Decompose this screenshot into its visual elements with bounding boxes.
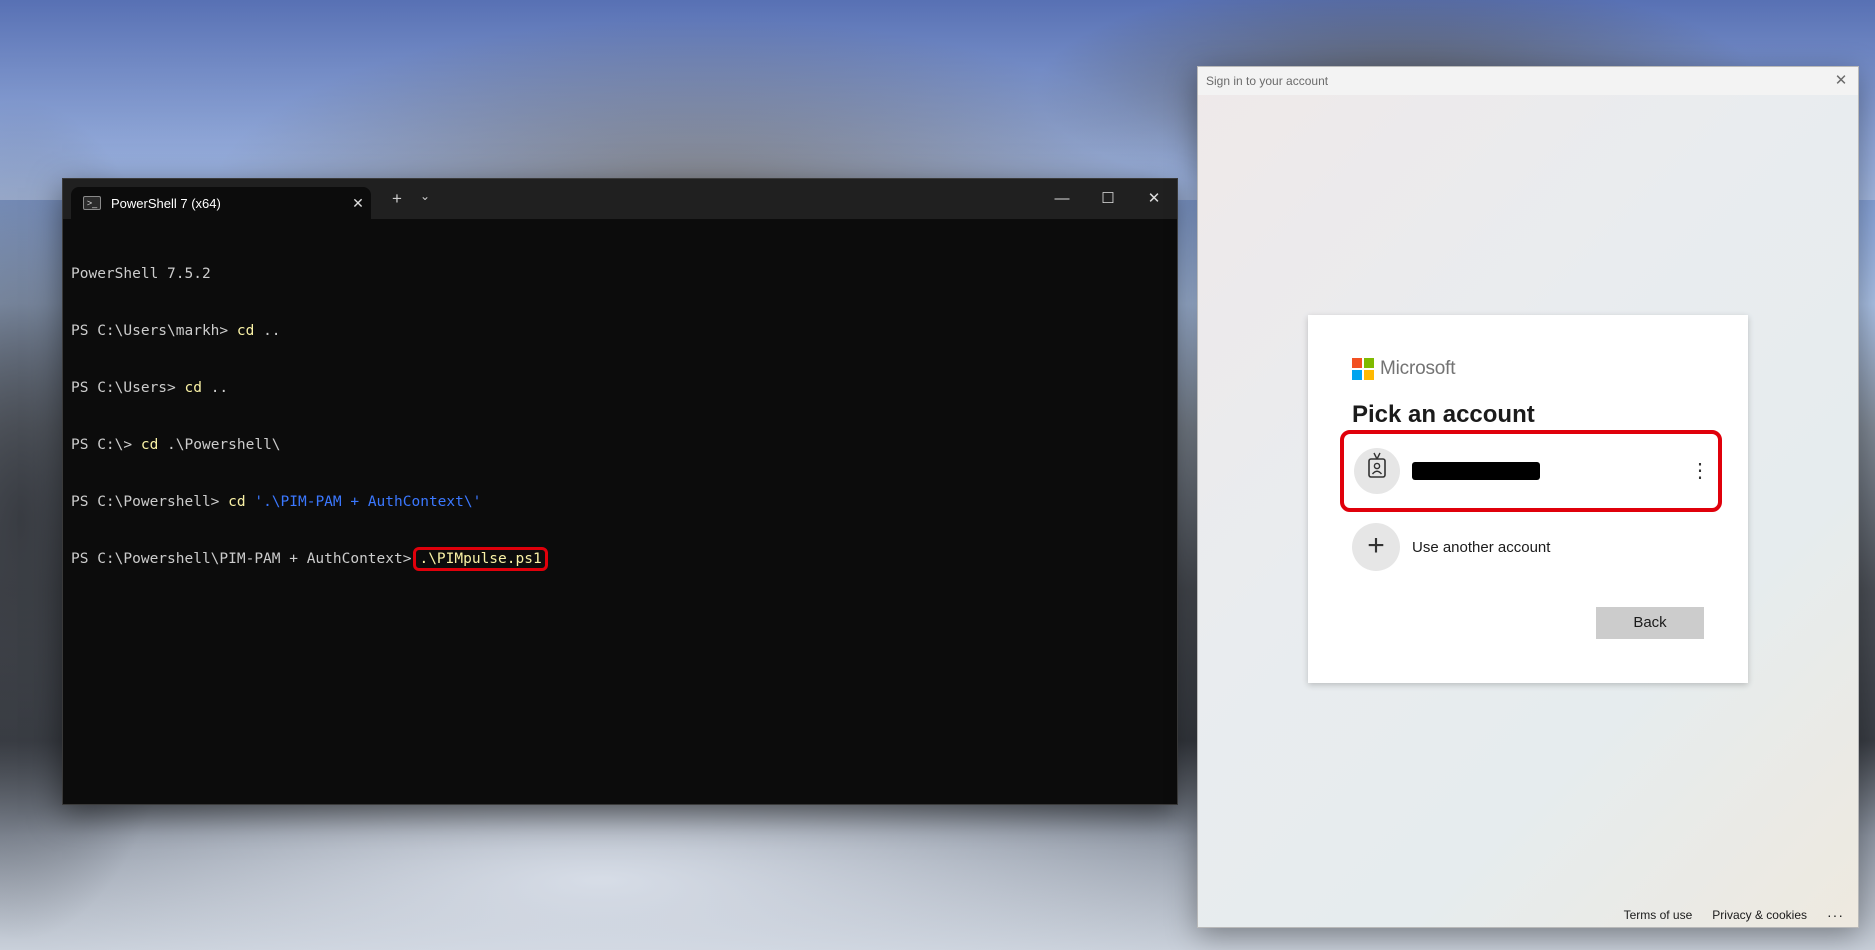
terminal-titlebar[interactable]: >_ PowerShell 7 (x64) ✕ + ⌄ — ☐ ✕ <box>63 179 1177 219</box>
highlighted-command: .\PIMpulse.ps1 <box>413 547 548 571</box>
close-icon[interactable]: ✕ <box>1830 70 1852 92</box>
account-tile[interactable]: ⋮ <box>1340 430 1722 512</box>
brand-name: Microsoft <box>1380 358 1456 379</box>
page-title: Pick an account <box>1352 401 1535 428</box>
microsoft-logo: Microsoft <box>1352 358 1455 380</box>
terminal-line: PS C:\Powershell> cd '.\PIM-PAM + AuthCo… <box>71 493 1177 512</box>
terminal-line-current: PS C:\Powershell\PIM-PAM + AuthContext>.… <box>71 547 1177 571</box>
prompt: PS C:\Powershell\PIM-PAM + AuthContext> <box>71 551 412 567</box>
plus-icon: + <box>1352 523 1400 571</box>
powershell-terminal-window[interactable]: >_ PowerShell 7 (x64) ✕ + ⌄ — ☐ ✕ PowerS… <box>62 178 1178 805</box>
prompt: PS C:\Users> <box>71 380 185 396</box>
minimize-button[interactable]: — <box>1039 185 1085 213</box>
close-window-button[interactable]: ✕ <box>1131 185 1177 213</box>
id-badge-icon <box>1368 452 1386 478</box>
string-argument: '.\PIM-PAM + AuthContext\' <box>254 494 482 510</box>
use-another-account-label: Use another account <box>1412 539 1551 556</box>
terminal-line: PS C:\> cd .\Powershell\ <box>71 436 1177 455</box>
command: cd <box>236 323 255 339</box>
new-tab-button[interactable]: + <box>385 189 409 209</box>
signin-titlebar[interactable]: Sign in to your account ✕ <box>1198 67 1858 95</box>
prompt: PS C:\Powershell> <box>71 494 229 510</box>
privacy-cookies-link[interactable]: Privacy & cookies <box>1712 908 1807 922</box>
microsoft-logo-icon <box>1352 358 1374 380</box>
terminal-line: PS C:\Users\markh> cd .. <box>71 322 1177 341</box>
account-picker-card: Microsoft Pick an account ⋮ + Use anothe… <box>1308 315 1748 683</box>
powershell-icon: >_ <box>83 196 101 210</box>
badge-avatar-icon <box>1354 448 1400 494</box>
argument: .. <box>201 380 229 396</box>
window-title: Sign in to your account <box>1206 74 1329 88</box>
argument: .. <box>254 323 281 339</box>
terminal-line: PS C:\Users> cd .. <box>71 379 1177 398</box>
prompt: PS C:\> <box>71 437 141 453</box>
tab-title: PowerShell 7 (x64) <box>111 195 221 211</box>
command: cd <box>140 437 159 453</box>
use-another-account-option[interactable]: + Use another account <box>1352 523 1712 571</box>
command: cd <box>228 494 246 510</box>
prompt: PS C:\Users\markh> <box>71 323 237 339</box>
command: cd <box>184 380 202 396</box>
back-button[interactable]: Back <box>1596 607 1704 639</box>
tab-close-icon[interactable]: ✕ <box>345 195 371 212</box>
signin-window[interactable]: Sign in to your account ✕ Microsoft Pick… <box>1197 66 1859 928</box>
terminal-output[interactable]: PowerShell 7.5.2 PS C:\Users\markh> cd .… <box>63 219 1177 607</box>
chevron-down-icon[interactable]: ⌄ <box>415 189 435 203</box>
signin-footer: Terms of use Privacy & cookies ··· <box>1624 907 1844 923</box>
version-text: PowerShell 7.5.2 <box>71 266 211 282</box>
terms-of-use-link[interactable]: Terms of use <box>1624 908 1693 922</box>
terminal-line: PowerShell 7.5.2 <box>71 265 1177 284</box>
redacted-account-name <box>1412 462 1540 480</box>
more-icon[interactable]: ··· <box>1827 907 1844 923</box>
more-options-icon[interactable]: ⋮ <box>1690 456 1710 486</box>
argument: .\Powershell\ <box>158 437 281 453</box>
maximize-button[interactable]: ☐ <box>1085 185 1131 213</box>
terminal-tab[interactable]: >_ PowerShell 7 (x64) ✕ <box>71 187 371 219</box>
